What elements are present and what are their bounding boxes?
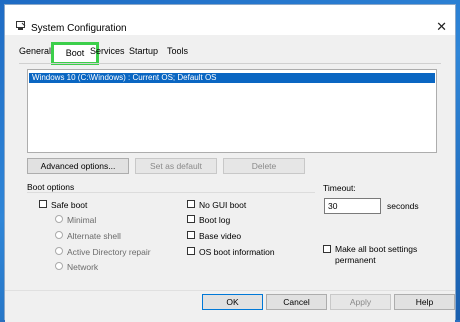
cancel-button[interactable]: Cancel [266,294,327,310]
base-video-checkbox[interactable] [187,231,195,239]
no-gui-boot-label: No GUI boot [199,200,247,210]
tab-divider [19,63,441,64]
boot-options-divider [27,192,315,193]
title-bar: System Configuration ✕ [5,5,455,35]
alternate-shell-label: Alternate shell [67,231,121,241]
network-label: Network [67,262,99,272]
window-title: System Configuration [31,23,127,34]
boot-log-label: Boot log [199,215,231,225]
close-icon[interactable]: ✕ [436,19,447,35]
os-list-item[interactable]: Windows 10 (C:\Windows) : Current OS; De… [29,73,435,83]
minimal-radio[interactable] [55,215,63,223]
tab-services[interactable]: Services [90,46,125,56]
system-configuration-window: System Configuration ✕ General Boot Serv… [4,4,456,322]
make-permanent-label-line1: Make all boot settings [335,244,418,254]
timeout-input[interactable]: 30 [324,198,381,214]
boot-options-heading: Boot options [27,182,75,192]
advanced-options-button[interactable]: Advanced options... [27,158,129,174]
timeout-unit-label: seconds [387,201,419,211]
os-boot-information-label: OS boot information [199,247,275,257]
ok-button[interactable]: OK [202,294,263,310]
make-permanent-label-line2: permanent [335,255,376,265]
os-list[interactable]: Windows 10 (C:\Windows) : Current OS; De… [27,69,437,153]
set-as-default-button[interactable]: Set as default [135,158,217,174]
safe-boot-checkbox[interactable] [39,200,47,208]
safe-boot-label: Safe boot [51,200,88,210]
tab-tools[interactable]: Tools [167,46,188,56]
base-video-label: Base video [199,231,242,241]
active-directory-repair-label: Active Directory repair [67,247,151,257]
tab-strip: General Boot Services Startup Tools [5,42,455,65]
apply-button[interactable]: Apply [330,294,391,310]
tab-general[interactable]: General [19,46,51,56]
network-radio[interactable] [55,262,63,270]
no-gui-boot-checkbox[interactable] [187,200,195,208]
tab-boot-label: Boot [65,48,85,58]
boot-log-checkbox[interactable] [187,215,195,223]
minimal-label: Minimal [67,215,97,225]
os-boot-information-checkbox[interactable] [187,247,195,255]
make-permanent-checkbox[interactable] [323,245,331,253]
alternate-shell-radio[interactable] [55,231,63,239]
msconfig-icon [16,21,26,30]
tab-startup[interactable]: Startup [129,46,158,56]
help-button[interactable]: Help [394,294,455,310]
active-directory-repair-radio[interactable] [55,247,63,255]
timeout-label: Timeout: [323,183,356,193]
delete-button[interactable]: Delete [223,158,305,174]
